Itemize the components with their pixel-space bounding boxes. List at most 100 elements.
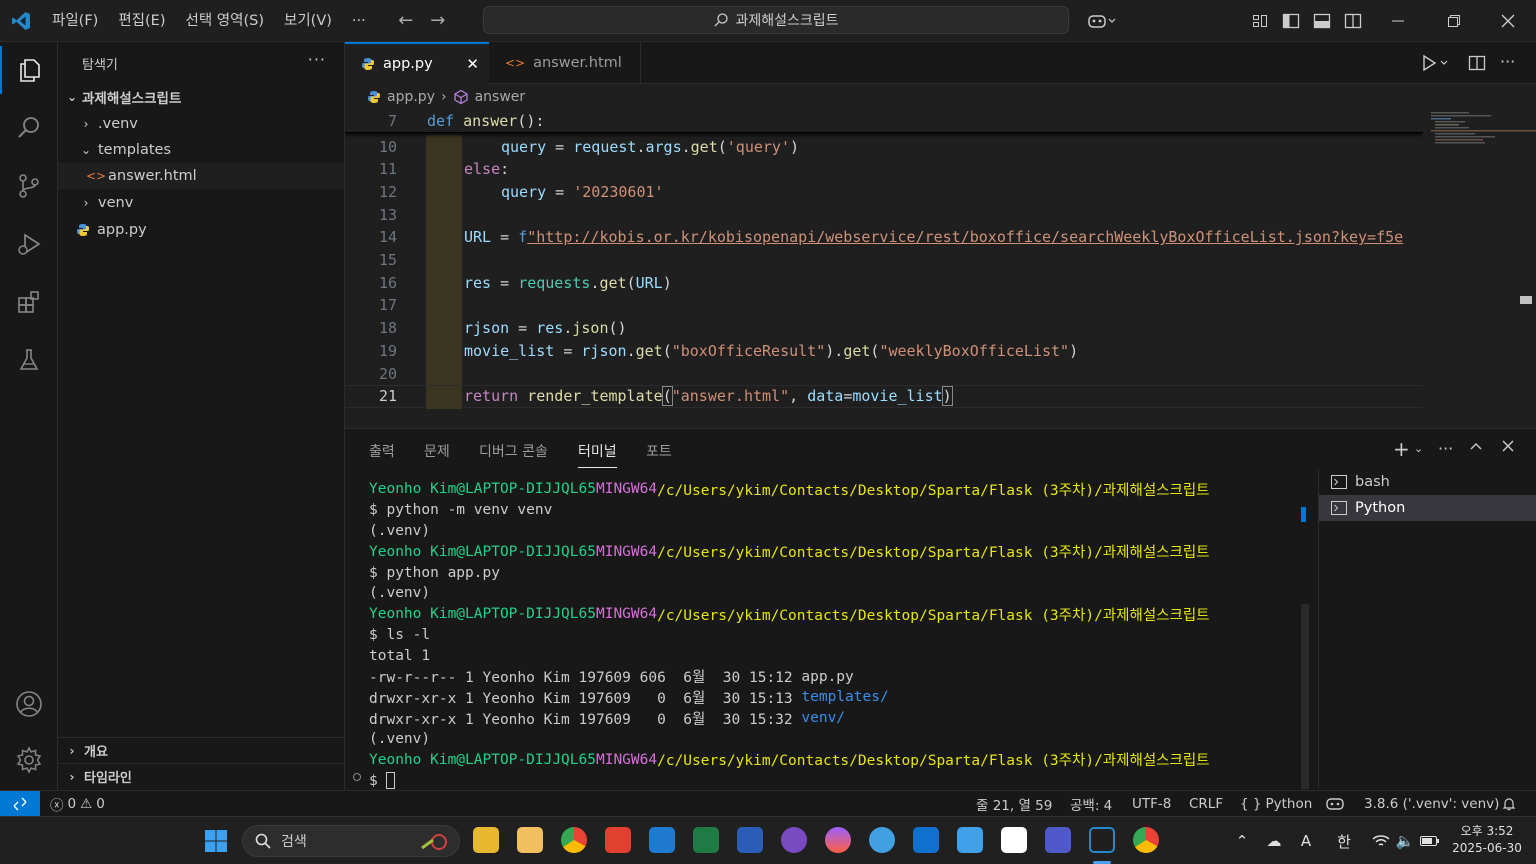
- code-line[interactable]: 15: [345, 248, 1423, 272]
- new-terminal-plus-icon[interactable]: +: [1393, 437, 1410, 461]
- code-line[interactable]: 21 return render_template("answer.html", …: [345, 384, 1423, 409]
- source-control-icon[interactable]: [0, 162, 58, 210]
- code-line[interactable]: 11 else:: [345, 157, 1423, 181]
- manage-gear-icon[interactable]: [0, 736, 58, 784]
- terminal-item-bash[interactable]: bash: [1319, 469, 1536, 495]
- panel-more-button[interactable]: ···: [1438, 439, 1453, 458]
- code-line[interactable]: 12 query = '20230601': [345, 180, 1423, 204]
- mail-app-icon[interactable]: [517, 827, 543, 853]
- panel-tab-terminal[interactable]: 터미널: [578, 441, 617, 468]
- media-player-icon[interactable]: [781, 827, 807, 853]
- code-line[interactable]: 10 query = request.args.get('query'): [345, 135, 1423, 158]
- code-line[interactable]: 13: [345, 203, 1423, 227]
- restore-window-icon[interactable]: [1436, 0, 1472, 42]
- vscode-taskbar-icon[interactable]: [1089, 827, 1115, 853]
- close-window-icon[interactable]: [1490, 0, 1526, 42]
- close-panel-icon[interactable]: [1501, 439, 1515, 457]
- editor-scrollbar-thumb[interactable]: [1520, 296, 1532, 304]
- chrome-icon[interactable]: [561, 827, 587, 853]
- code-line[interactable]: 20: [345, 362, 1423, 385]
- copilot-status-icon[interactable]: [1326, 791, 1344, 817]
- menu-selection[interactable]: 선택 영역(S): [176, 0, 275, 42]
- panel-tab-debug-console[interactable]: 디버그 콘솔: [479, 441, 548, 461]
- back-arrow-icon[interactable]: ←: [390, 10, 422, 31]
- tree-item-app-py[interactable]: app.py: [58, 217, 344, 243]
- panel-tab-output[interactable]: 출력: [369, 441, 395, 461]
- tree-item-answer-html[interactable]: <> answer.html: [58, 163, 344, 189]
- minimize-window-icon[interactable]: [1380, 0, 1416, 42]
- chrome-profile-icon[interactable]: [1133, 827, 1159, 853]
- terminal-scrollbar[interactable]: [1301, 604, 1309, 789]
- accounts-icon[interactable]: [0, 680, 58, 728]
- terminal-output[interactable]: Yeonho Kim@LAPTOP-DIJJQL65 MINGW64 /c/Us…: [369, 479, 1299, 789]
- language-mode-status[interactable]: { } Python: [1240, 791, 1312, 817]
- remote-indicator-icon[interactable]: [0, 790, 40, 817]
- chevron-up-icon[interactable]: ⌃: [1232, 817, 1252, 864]
- volume-icon[interactable]: 🔈: [1394, 817, 1416, 864]
- paint-app-icon[interactable]: [825, 827, 851, 853]
- globe-app-icon[interactable]: [869, 827, 895, 853]
- code-line[interactable]: 16 res = requests.get(URL): [345, 271, 1423, 295]
- ime-indicator[interactable]: 한: [1332, 817, 1356, 864]
- terminal-item-python[interactable]: Python: [1319, 495, 1536, 521]
- editor-more-actions-button[interactable]: ···: [1500, 52, 1515, 71]
- extensions-icon[interactable]: [0, 278, 58, 326]
- notion-icon[interactable]: [1001, 827, 1027, 853]
- close-tab-icon[interactable]: ✕: [466, 55, 479, 73]
- eol-status[interactable]: CRLF: [1189, 791, 1223, 817]
- menu-edit[interactable]: 편집(E): [108, 0, 175, 42]
- customize-layout-icon[interactable]: [1246, 0, 1274, 42]
- code-line[interactable]: 14 URL = f"http://kobis.or.kr/kobisopenap…: [345, 225, 1423, 249]
- encoding-status[interactable]: UTF-8: [1132, 791, 1171, 817]
- tab-app-py[interactable]: app.py ✕: [345, 42, 489, 84]
- taskbar-search[interactable]: 검색: [242, 825, 460, 857]
- timeline-section[interactable]: › 타임라인: [58, 763, 344, 789]
- maximize-panel-icon[interactable]: [1469, 439, 1483, 457]
- store-app-icon[interactable]: [649, 827, 675, 853]
- toggle-panel-icon[interactable]: [1308, 0, 1336, 42]
- run-and-debug-icon[interactable]: [0, 220, 58, 268]
- notepad-icon[interactable]: [957, 827, 983, 853]
- code-line[interactable]: 18 rjson = res.json(): [345, 316, 1423, 340]
- menu-file[interactable]: 파일(F): [42, 0, 108, 42]
- system-clock[interactable]: 오후 3:52 2025-06-30: [1452, 823, 1522, 857]
- python-interpreter-status[interactable]: 3.8.6 ('.venv': venv): [1364, 791, 1499, 817]
- code-line[interactable]: 17: [345, 293, 1423, 317]
- breadcrumb-file[interactable]: app.py: [387, 89, 435, 105]
- font-indicator[interactable]: A: [1294, 817, 1318, 864]
- indentation-status[interactable]: 공백: 4: [1070, 791, 1112, 817]
- code-line[interactable]: 19 movie_list = rjson.get("boxOfficeResul…: [345, 339, 1423, 363]
- command-center-search[interactable]: 과제해설스크립트: [483, 6, 1069, 34]
- teams-icon[interactable]: [1045, 827, 1071, 853]
- run-python-file-icon[interactable]: [1420, 54, 1450, 76]
- outline-section[interactable]: › 개요: [58, 737, 344, 763]
- minimap[interactable]: [1423, 110, 1536, 428]
- problems-status[interactable]: ⓧ 0 ⚠ 0: [50, 791, 105, 817]
- file-explorer-icon[interactable]: [473, 827, 499, 853]
- word-icon[interactable]: [737, 827, 763, 853]
- forward-arrow-icon[interactable]: →: [422, 10, 454, 31]
- tree-item-venv[interactable]: › venv: [58, 190, 344, 216]
- notifications-bell-icon[interactable]: [1502, 791, 1516, 817]
- chevron-down-icon[interactable]: ⌄: [1414, 442, 1423, 455]
- onedrive-cloud-icon[interactable]: ☁: [1262, 817, 1286, 864]
- tree-item-templates[interactable]: ⌄ templates: [58, 137, 344, 163]
- explorer-more-button[interactable]: ···: [308, 50, 326, 69]
- toggle-primary-sidebar-icon[interactable]: [1277, 0, 1305, 42]
- copilot-icon[interactable]: [1082, 0, 1122, 42]
- explorer-icon[interactable]: [0, 46, 58, 94]
- menu-more-button[interactable]: ···: [342, 0, 376, 42]
- excel-icon[interactable]: [693, 827, 719, 853]
- split-editor-icon[interactable]: [1468, 54, 1486, 76]
- cursor-position-status[interactable]: 줄 21, 열 59: [976, 791, 1052, 817]
- outlook-icon[interactable]: [913, 827, 939, 853]
- panel-tab-problems[interactable]: 문제: [424, 441, 450, 461]
- tab-answer-html[interactable]: <> answer.html: [489, 42, 641, 84]
- windows-start-icon[interactable]: [204, 829, 228, 857]
- search-icon[interactable]: [0, 104, 58, 152]
- code-editor[interactable]: 7 def answer(): 10 query = request.args.g…: [345, 110, 1423, 428]
- breadcrumb-symbol[interactable]: answer: [475, 89, 526, 105]
- tree-item-dotvenv[interactable]: › .venv: [58, 111, 344, 137]
- battery-icon[interactable]: [1418, 817, 1442, 864]
- testing-flask-icon[interactable]: [0, 336, 58, 384]
